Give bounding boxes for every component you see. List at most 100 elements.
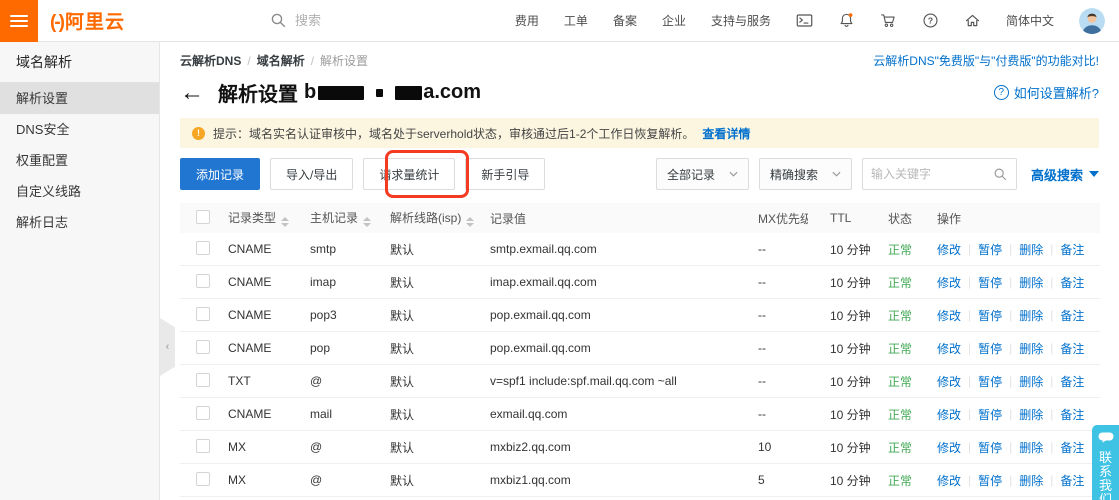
row-checkbox[interactable] (196, 307, 210, 321)
op-modify[interactable]: 修改 (937, 307, 961, 324)
op-delete[interactable]: 删除 (1019, 406, 1043, 423)
col-header-host[interactable]: 主机记录 (298, 209, 378, 227)
table-row: CNAME pop3 默认 pop.exmail.qq.com -- 10 分钟… (180, 299, 1100, 332)
add-record-button[interactable]: 添加记录 (180, 158, 260, 190)
col-header-line[interactable]: 解析线路(isp) (378, 209, 478, 227)
record-type-cell: CNAME (216, 341, 298, 355)
sort-icon[interactable] (466, 217, 474, 227)
request-stats-button[interactable]: 请求量统计 (363, 158, 455, 190)
op-pause[interactable]: 暂停 (978, 274, 1002, 291)
line-cell: 默认 (378, 373, 478, 390)
op-delete[interactable]: 删除 (1019, 241, 1043, 258)
sort-icon[interactable] (281, 217, 289, 227)
beginner-guide-button[interactable]: 新手引导 (465, 158, 545, 190)
row-checkbox[interactable] (196, 472, 210, 486)
sort-icon[interactable] (363, 217, 371, 227)
row-checkbox[interactable] (196, 373, 210, 387)
op-pause[interactable]: 暂停 (978, 241, 1002, 258)
op-modify[interactable]: 修改 (937, 274, 961, 291)
nav-support[interactable]: 支持与服务 (711, 12, 771, 29)
select-all-checkbox[interactable] (196, 210, 210, 224)
sidebar-item[interactable]: 解析设置 (0, 83, 159, 114)
op-pause[interactable]: 暂停 (978, 472, 1002, 489)
notification-bell-icon[interactable] (838, 12, 855, 29)
global-search[interactable] (270, 12, 475, 29)
op-pause[interactable]: 暂停 (978, 439, 1002, 456)
col-header-label: 记录类型 (228, 211, 276, 225)
row-checkbox[interactable] (196, 406, 210, 420)
nav-enterprise[interactable]: 企业 (662, 12, 686, 29)
op-remark[interactable]: 备注 (1060, 241, 1084, 258)
nav-tickets[interactable]: 工单 (564, 12, 588, 29)
op-delete[interactable]: 删除 (1019, 274, 1043, 291)
op-pause[interactable]: 暂停 (978, 307, 1002, 324)
avatar[interactable] (1079, 8, 1105, 34)
sidebar-collapse-handle[interactable]: ‹ (160, 318, 175, 376)
how-to-setup-link[interactable]: ? 如何设置解析? (994, 83, 1099, 102)
view-details-link[interactable]: 查看详情 (702, 125, 750, 142)
op-modify[interactable]: 修改 (937, 472, 961, 489)
op-remark[interactable]: 备注 (1060, 439, 1084, 456)
row-checkbox[interactable] (196, 274, 210, 288)
help-icon[interactable]: ? (922, 12, 939, 29)
row-checkbox[interactable] (196, 241, 210, 255)
record-value-cell: mxbiz2.qq.com (478, 440, 730, 454)
op-modify[interactable]: 修改 (937, 373, 961, 390)
terminal-icon[interactable] (796, 12, 813, 29)
breadcrumb-dns[interactable]: 云解析DNS (180, 52, 241, 69)
row-checkbox[interactable] (196, 340, 210, 354)
aliyun-logo[interactable]: (-)阿里云 (50, 7, 125, 34)
op-pause[interactable]: 暂停 (978, 406, 1002, 423)
line-cell: 默认 (378, 307, 478, 324)
op-modify[interactable]: 修改 (937, 406, 961, 423)
search-mode-select[interactable]: 精确搜索 (759, 158, 852, 190)
record-type-cell: CNAME (216, 275, 298, 289)
language-switcher[interactable]: 简体中文 (1006, 12, 1054, 29)
op-modify[interactable]: 修改 (937, 241, 961, 258)
home-icon[interactable] (964, 12, 981, 29)
op-delete[interactable]: 删除 (1019, 439, 1043, 456)
op-pause[interactable]: 暂停 (978, 373, 1002, 390)
search-icon[interactable] (993, 167, 1008, 182)
host-record-cell: imap (298, 275, 378, 289)
record-filter-select[interactable]: 全部记录 (656, 158, 749, 190)
op-delete[interactable]: 删除 (1019, 472, 1043, 489)
sidebar-item[interactable]: DNS安全 (0, 114, 159, 145)
op-separator: | (968, 308, 971, 322)
import-export-button[interactable]: 导入/导出 (270, 158, 353, 190)
op-delete[interactable]: 删除 (1019, 340, 1043, 357)
op-remark[interactable]: 备注 (1060, 472, 1084, 489)
hamburger-menu-button[interactable] (0, 0, 38, 42)
keyword-input[interactable] (871, 167, 993, 181)
col-header-record-type[interactable]: 记录类型 (216, 209, 298, 227)
row-checkbox[interactable] (196, 439, 210, 453)
op-modify[interactable]: 修改 (937, 439, 961, 456)
breadcrumb-domain-resolve[interactable]: 域名解析 (257, 52, 305, 69)
advanced-search-link[interactable]: 高级搜索 (1031, 165, 1099, 184)
op-remark[interactable]: 备注 (1060, 274, 1084, 291)
op-remark[interactable]: 备注 (1060, 406, 1084, 423)
nav-icp[interactable]: 备案 (613, 12, 637, 29)
op-remark[interactable]: 备注 (1060, 307, 1084, 324)
op-delete[interactable]: 删除 (1019, 373, 1043, 390)
back-arrow-icon[interactable]: ← (180, 82, 204, 104)
op-remark[interactable]: 备注 (1060, 340, 1084, 357)
host-record-cell: @ (298, 473, 378, 487)
title-row: ← 解析设置 ba.com ? 如何设置解析? (180, 78, 1099, 107)
op-pause[interactable]: 暂停 (978, 340, 1002, 357)
main-content: 云解析DNS / 域名解析 / 解析设置 云解析DNS"免费版"与"付费版"的功… (160, 42, 1119, 500)
sidebar-item[interactable]: 自定义线路 (0, 176, 159, 207)
op-remark[interactable]: 备注 (1060, 373, 1084, 390)
cart-icon[interactable] (880, 12, 897, 29)
global-search-input[interactable] (295, 13, 475, 28)
contact-us-widget[interactable]: 联系我们 (1092, 425, 1119, 500)
sidebar-item[interactable]: 权重配置 (0, 145, 159, 176)
nav-billing[interactable]: 费用 (515, 12, 539, 29)
ttl-cell: 10 分钟 (808, 373, 872, 390)
plan-compare-link[interactable]: 云解析DNS"免费版"与"付费版"的功能对比! (873, 52, 1099, 69)
op-delete[interactable]: 删除 (1019, 307, 1043, 324)
sidebar-item[interactable]: 解析日志 (0, 207, 159, 238)
op-modify[interactable]: 修改 (937, 340, 961, 357)
advanced-search-label: 高级搜索 (1031, 165, 1083, 184)
domain-start: b (304, 81, 316, 104)
